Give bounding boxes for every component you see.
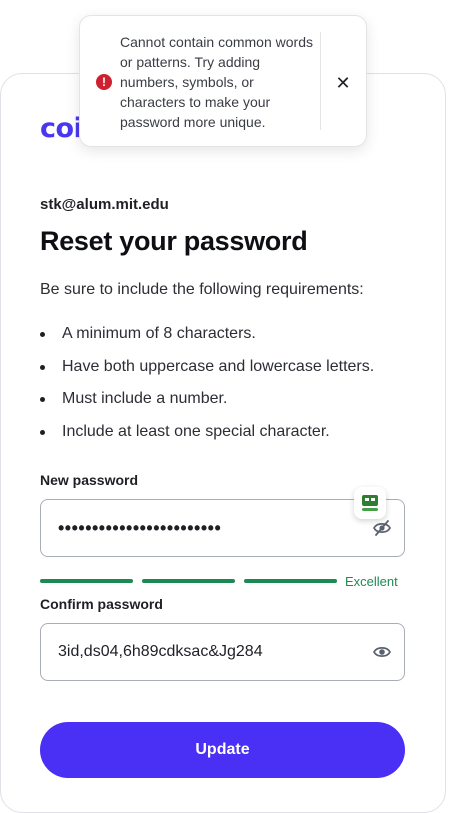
- toast-divider: [320, 32, 321, 130]
- requirement-item: A minimum of 8 characters.: [40, 320, 374, 353]
- confirm-password-label: Confirm password: [40, 596, 163, 612]
- eye-icon[interactable]: [372, 642, 392, 662]
- requirement-item: Must include a number.: [40, 385, 374, 418]
- password-manager-icon[interactable]: [354, 487, 386, 519]
- requirement-item: Include at least one special character.: [40, 418, 374, 451]
- error-toast: ! Cannot contain common words or pattern…: [79, 15, 367, 147]
- eye-off-icon[interactable]: [372, 518, 392, 538]
- strength-label: Excellent: [345, 574, 398, 589]
- new-password-value: ••••••••••••••••••••••••: [58, 518, 222, 538]
- account-email: stk@alum.mit.edu: [40, 196, 169, 213]
- password-strength-meter: [40, 579, 337, 583]
- requirement-item: Have both uppercase and lowercase letter…: [40, 353, 374, 386]
- confirm-password-field[interactable]: 3id,ds04,6h89cdksac&Jg284: [40, 623, 405, 681]
- error-icon: !: [96, 74, 112, 90]
- new-password-field[interactable]: ••••••••••••••••••••••••: [40, 499, 405, 557]
- strength-segment: [142, 579, 235, 583]
- confirm-password-value: 3id,ds04,6h89cdksac&Jg284: [58, 643, 263, 660]
- strength-segment: [40, 579, 133, 583]
- strength-segment: [244, 579, 337, 583]
- toast-message: Cannot contain common words or patterns.…: [120, 34, 313, 130]
- close-icon[interactable]: ✕: [332, 72, 354, 94]
- requirements-list: A minimum of 8 characters. Have both upp…: [40, 320, 374, 450]
- update-button[interactable]: Update: [40, 722, 405, 778]
- new-password-label: New password: [40, 472, 139, 488]
- requirements-intro: Be sure to include the following require…: [40, 281, 364, 298]
- page-title: Reset your password: [40, 226, 308, 256]
- brand-logo: coi: [40, 113, 83, 144]
